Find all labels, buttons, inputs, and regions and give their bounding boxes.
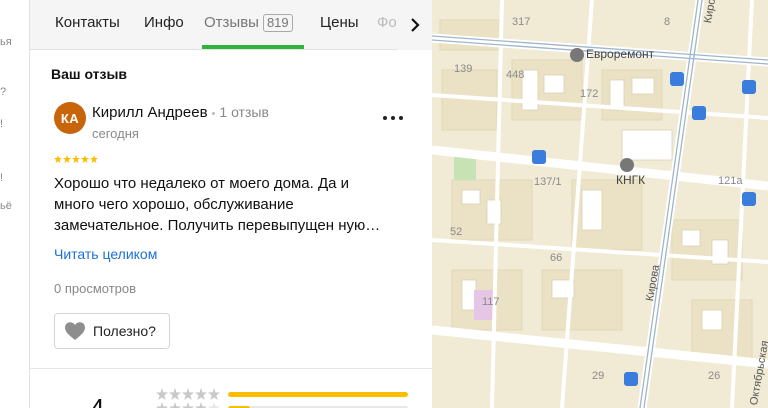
useful-label: Полезно? (93, 323, 156, 339)
row-stars (156, 388, 220, 400)
overall-rating-value: 4 (90, 393, 105, 408)
map-building-number: 172 (580, 88, 599, 100)
map-view[interactable]: 317 139 448 172 137/1 121а 52 66 117 29 … (432, 0, 768, 408)
useful-button[interactable]: Полезно? (54, 313, 170, 349)
your-review-heading: Ваш отзыв (51, 66, 128, 82)
star-icon (90, 155, 98, 163)
star-icon (195, 388, 207, 400)
rating-distribution-row (156, 388, 408, 400)
star-icon (156, 402, 168, 408)
tab-info[interactable]: Инфо (144, 14, 184, 31)
map-building-number: 139 (454, 63, 473, 75)
author-name[interactable]: Кирилл Андреев (92, 104, 208, 121)
map-building-number: 52 (450, 226, 463, 238)
star-icon (156, 388, 168, 400)
star-icon (81, 155, 89, 163)
chevron-right-icon (411, 18, 420, 32)
left-panel-fragment: ья ? ! ! ьё (0, 0, 30, 408)
map-building-number: 448 (506, 69, 525, 81)
star-icon (169, 402, 181, 408)
tab-contacts[interactable]: Контакты (55, 14, 120, 31)
left-fragment-text: ! (0, 118, 4, 130)
map-building-number: 117 (482, 296, 500, 308)
map-building-number: 8 (664, 16, 671, 28)
rating-share-bar (228, 391, 408, 397)
review-date: сегодня (92, 126, 139, 141)
star-icon (208, 402, 220, 408)
left-fragment-text: ! (0, 172, 4, 184)
review-text-line: много чего хорошо, обслуживание (54, 196, 294, 213)
map-poi-label[interactable]: Евроремонт (586, 47, 654, 61)
star-icon (169, 388, 181, 400)
map-building-number: 66 (550, 252, 563, 264)
left-fragment-text: ья (0, 36, 12, 48)
organization-card: Контакты Инфо Отзывы 819 Цены Фо Ваш отзы… (30, 0, 432, 408)
star-icon (195, 402, 207, 408)
heart-icon (65, 322, 85, 340)
star-icon (182, 402, 194, 408)
separator-dot: • (211, 108, 216, 120)
map-poi-label[interactable]: КНГК (616, 173, 645, 187)
map-building-number: 137/1 (534, 176, 562, 188)
tab-prices[interactable]: Цены (320, 14, 359, 31)
avatar[interactable]: КА (54, 102, 86, 134)
tabs-scroll-right-button[interactable] (398, 0, 432, 50)
left-fragment-text: ьё (0, 200, 12, 212)
app-root: ья ? ! ! ьё Контакты Инфо Отзывы 819 Цены… (0, 0, 768, 408)
read-more-link[interactable]: Читать целиком (54, 246, 157, 262)
rating-share-fill (228, 391, 408, 397)
rating-distribution-row (156, 402, 408, 408)
map-building-number: 121а (718, 175, 743, 187)
map-building-number: 317 (512, 16, 531, 28)
active-tab-indicator (202, 45, 304, 49)
star-icon (208, 388, 220, 400)
tab-photos[interactable]: Фо (377, 14, 397, 31)
section-divider (30, 368, 432, 369)
map-canvas (432, 0, 768, 408)
card-tabs: Контакты Инфо Отзывы 819 Цены Фо (30, 0, 432, 50)
tab-reviews[interactable]: Отзывы 819 (204, 14, 293, 32)
star-icon (182, 388, 194, 400)
review-rating-stars (54, 155, 98, 163)
row-stars (156, 402, 220, 408)
more-options-button[interactable] (380, 108, 406, 128)
left-fragment-text: ? (0, 86, 7, 98)
review-text-line: замечательное. Получить перевыпущен ную… (54, 217, 381, 234)
star-icon (63, 155, 71, 163)
more-dots-icon (383, 116, 403, 120)
author-reviews-count[interactable]: 1 отзыв (219, 104, 269, 120)
star-icon (54, 155, 62, 163)
author-line: Кирилл Андреев • 1 отзыв (92, 104, 269, 121)
review-text-line: Хорошо что недалеко от моего дома. Да и (54, 175, 349, 192)
map-building-number: 29 (592, 370, 605, 382)
map-building-number: 26 (708, 370, 721, 382)
views-count: 0 просмотров (54, 281, 137, 296)
star-icon (72, 155, 80, 163)
reviews-count-badge: 819 (262, 14, 293, 32)
review-text: Хорошо что недалеко от моего дома. Да и … (54, 173, 414, 236)
tab-reviews-label: Отзывы (204, 14, 259, 31)
